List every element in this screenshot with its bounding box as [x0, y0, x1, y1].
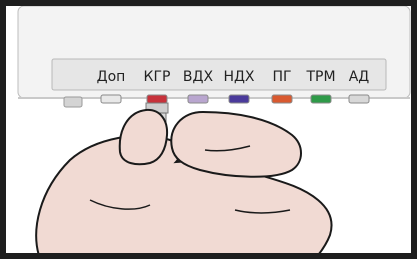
socket-pg	[271, 94, 293, 104]
label-ndkh: НДХ	[223, 69, 254, 85]
socket-kgr	[146, 94, 168, 104]
label-vdkh: ВДХ	[183, 69, 214, 85]
illustration-stage: Доп КГР ВДХ НДХ ПГ ТРМ АД	[0, 0, 417, 259]
socket-ndkh	[228, 94, 250, 104]
label-ad: АД	[349, 69, 370, 85]
socket-trm	[310, 94, 332, 104]
label-trm: ТРМ	[305, 69, 335, 85]
socket-vdkh	[187, 94, 209, 104]
illustration: Доп КГР ВДХ НДХ ПГ ТРМ АД	[0, 0, 417, 259]
label-kgr: КГР	[144, 69, 171, 85]
socket-extra-left	[63, 96, 83, 108]
socket-dop	[100, 94, 122, 104]
label-pg: ПГ	[272, 69, 291, 85]
socket-ad	[348, 94, 370, 104]
label-dop: Доп	[97, 69, 126, 85]
